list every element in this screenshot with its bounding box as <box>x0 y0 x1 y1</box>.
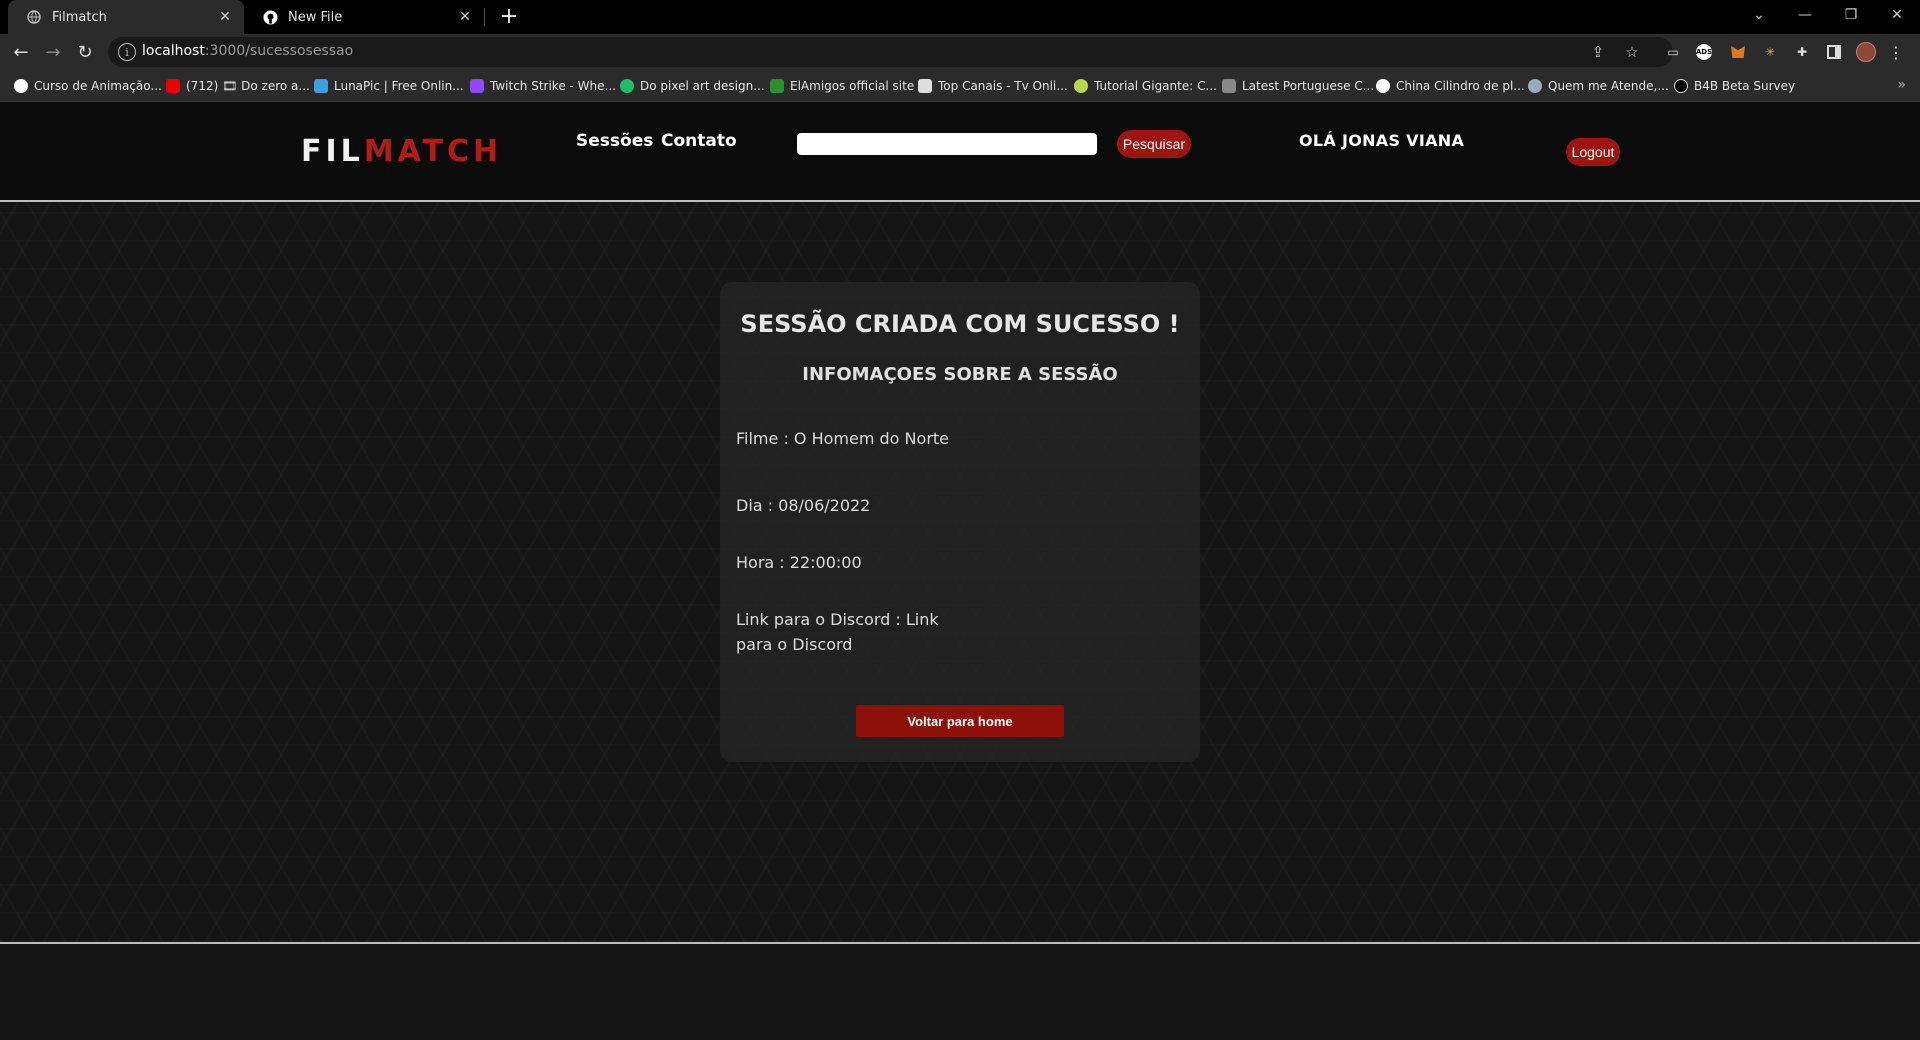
site-header: FILMATCH Sessões Contato Pesquisar OLÁ J… <box>0 102 1920 202</box>
bookmark-item[interactable]: (712) 🎞 Do zero a... <box>166 77 310 95</box>
tv-icon <box>918 79 932 93</box>
page-title: SESSÃO CRIADA COM SUCESSO ! <box>740 310 1180 338</box>
twitch-icon <box>470 79 484 93</box>
tab-new-file[interactable]: New File ✕ <box>244 0 484 34</box>
bookmark-item[interactable]: Tutorial Gigante: C... <box>1074 77 1217 95</box>
bookmark-item[interactable]: Latest Portuguese C... <box>1222 77 1374 95</box>
tab-separator <box>484 8 485 26</box>
back-home-button[interactable]: Voltar para home <box>856 705 1064 737</box>
menu-dots-icon[interactable]: ⋮ <box>1886 42 1906 62</box>
bookmark-item[interactable]: LunaPic | Free Onlin... <box>314 77 464 95</box>
pixel-art-icon <box>620 79 634 93</box>
browser-tab-bar: Filmatch ✕ New File ✕ + ⌄ — ❐ ✕ <box>0 0 1920 34</box>
logout-button[interactable]: Logout <box>1566 138 1620 166</box>
discord-info: Link para o Discord : Link para o Discor… <box>736 610 939 654</box>
bookmark-favicon-icon <box>14 79 28 93</box>
github-icon <box>262 9 278 25</box>
plus-icon[interactable]: + <box>497 5 521 29</box>
info-icon[interactable]: i <box>118 43 136 61</box>
browser-toolbar: ← → ↻ i localhost:3000/sucessosessao ⇪ ☆… <box>0 34 1920 70</box>
bookmark-label: Latest Portuguese C... <box>1242 79 1375 93</box>
user-greeting: OLÁ JONAS VIANA <box>1299 131 1465 150</box>
portuguese-icon <box>1222 79 1236 93</box>
time-info: Hora : 22:00:00 <box>736 553 862 572</box>
tutorial-icon <box>1074 79 1088 93</box>
youtube-icon <box>166 79 180 93</box>
bookmark-label: Twitch Strike - Whe... <box>490 79 616 93</box>
forward-arrow-icon[interactable]: → <box>40 39 66 65</box>
globe-icon <box>1376 79 1390 93</box>
bookmark-label: China Cilindro de pl... <box>1396 79 1525 93</box>
puzzle-icon[interactable]: ✚ <box>1792 42 1812 62</box>
bookmark-item[interactable]: Top Canais - Tv Onli... <box>918 77 1068 95</box>
address-bar[interactable]: i localhost:3000/sucessosessao ⇪ ☆ <box>108 37 1673 67</box>
bookmark-item[interactable]: Quem me Atende,... <box>1528 77 1669 95</box>
bookmark-label: (712) 🎞 Do zero a... <box>186 79 310 93</box>
bookmark-item[interactable]: Do pixel art design... <box>620 77 765 95</box>
bookmark-label: ElAmigos official site <box>790 79 915 93</box>
tab-title: New File <box>288 9 343 25</box>
bookmarks-bar: Curso de Animação... (712) 🎞 Do zero a..… <box>0 70 1920 102</box>
reload-icon[interactable]: ↻ <box>72 39 98 65</box>
site-logo[interactable]: FILMATCH <box>301 134 502 169</box>
elamigos-icon <box>770 79 784 93</box>
restore-icon[interactable]: ❐ <box>1828 0 1874 30</box>
star-icon[interactable]: ☆ <box>1622 42 1642 62</box>
globe-icon <box>26 9 42 25</box>
back-arrow-icon[interactable]: ← <box>8 39 34 65</box>
bookmark-label: Top Canais - Tv Onli... <box>938 79 1068 93</box>
site-footer <box>0 942 1920 1040</box>
web-page: FILMATCH Sessões Contato Pesquisar OLÁ J… <box>0 102 1920 1040</box>
bookmark-label: LunaPic | Free Onlin... <box>334 79 464 93</box>
bookmark-item[interactable]: China Cilindro de pl... <box>1376 77 1525 95</box>
logo-text-red: MATCH <box>363 134 503 169</box>
metamask-fox-icon[interactable] <box>1728 42 1748 62</box>
bookmark-item[interactable]: B4B Beta Survey <box>1674 77 1795 95</box>
chevron-down-icon[interactable]: ⌄ <box>1736 0 1782 30</box>
main-content: SESSÃO CRIADA COM SUCESSO ! INFOMAÇOES S… <box>0 202 1920 942</box>
session-success-card: SESSÃO CRIADA COM SUCESSO ! INFOMAÇOES S… <box>720 282 1200 762</box>
search-input[interactable] <box>797 133 1097 155</box>
bookmark-label: B4B Beta Survey <box>1694 79 1796 93</box>
lunapic-icon <box>314 79 328 93</box>
close-icon[interactable]: ✕ <box>216 8 234 26</box>
bookmark-label: Do pixel art design... <box>640 79 765 93</box>
bookmark-item[interactable]: Twitch Strike - Whe... <box>470 77 616 95</box>
printer-icon[interactable]: ▭ <box>1663 42 1683 62</box>
url-text: localhost:3000/sucessosessao <box>142 43 354 59</box>
tab-title: Filmatch <box>52 9 107 25</box>
sparkle-extension-icon[interactable]: ✳ <box>1760 42 1780 62</box>
search-icon <box>1528 79 1542 93</box>
bookmark-label: Tutorial Gigante: C... <box>1094 79 1217 93</box>
side-panel-icon[interactable] <box>1824 42 1844 62</box>
ads-extension-icon[interactable]: ADS <box>1696 44 1712 60</box>
bookmark-item[interactable]: Curso de Animação... <box>14 77 162 95</box>
close-window-icon[interactable]: ✕ <box>1874 0 1920 30</box>
film-info: Filme : O Homem do Norte <box>736 429 950 448</box>
avatar[interactable] <box>1856 42 1876 62</box>
nav-sessoes[interactable]: Sessões <box>576 131 653 151</box>
b4b-icon <box>1674 79 1688 93</box>
search-button[interactable]: Pesquisar <box>1117 130 1191 158</box>
bookmark-label: Curso de Animação... <box>34 79 162 93</box>
nav-contato[interactable]: Contato <box>661 131 737 151</box>
bookmark-item[interactable]: ElAmigos official site <box>770 77 914 95</box>
chevron-right-icon[interactable]: » <box>1897 77 1906 93</box>
logo-text-white: FIL <box>301 134 364 169</box>
section-subtitle: INFOMAÇOES SOBRE A SESSÃO <box>802 364 1118 385</box>
bookmark-label: Quem me Atende,... <box>1548 79 1669 93</box>
share-icon[interactable]: ⇪ <box>1588 42 1608 62</box>
day-info: Dia : 08/06/2022 <box>736 496 871 515</box>
close-icon[interactable]: ✕ <box>456 8 474 26</box>
minimize-icon[interactable]: — <box>1782 0 1828 30</box>
tab-filmatch[interactable]: Filmatch ✕ <box>8 0 244 34</box>
